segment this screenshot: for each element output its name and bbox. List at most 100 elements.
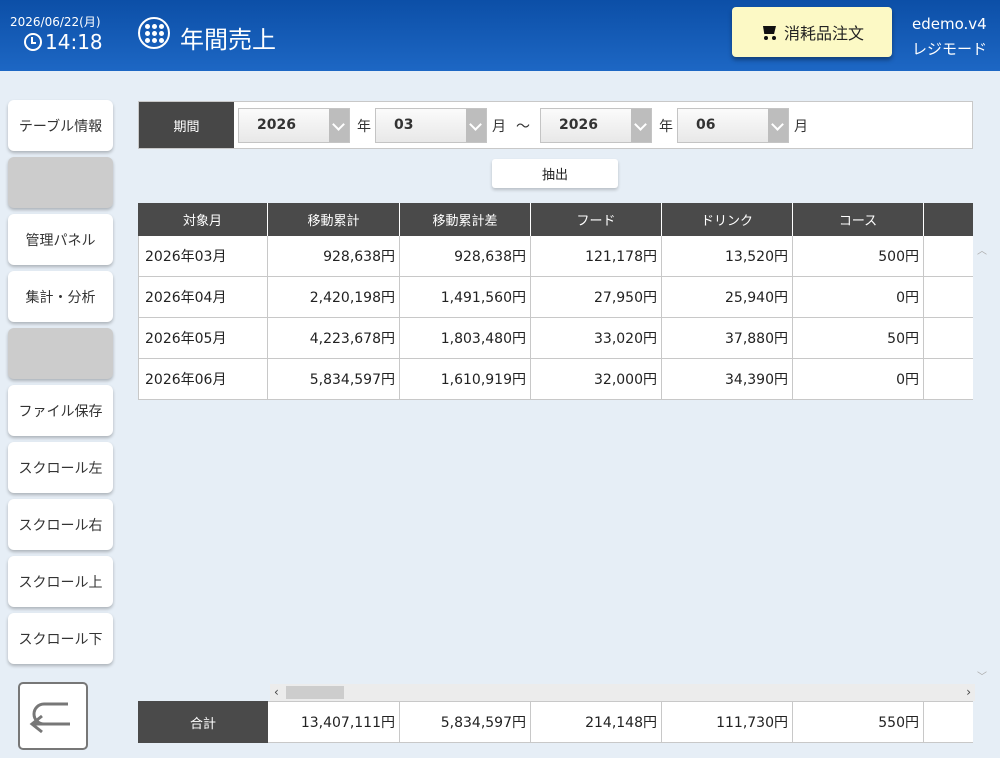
to-year-select[interactable]: 2026 [540,108,652,143]
sidebar-item-label: 管理パネル [25,232,96,249]
table-cell [924,236,973,277]
sidebar-item-label: スクロール下 [18,631,103,648]
period-label: 期間 [139,102,234,148]
app-mode: レジモード [912,40,988,58]
table-row[interactable]: 2026年05月 4,223,678円 1,803,480円 33,020円 3… [138,318,973,359]
table-cell [924,277,973,318]
table-cell: 37,880円 [662,318,793,359]
table-row[interactable]: 2026年03月 928,638円 928,638円 121,178円 13,5… [138,236,973,277]
table-body: 2026年03月 928,638円 928,638円 121,178円 13,5… [138,236,973,400]
total-cell: 550円 [793,701,924,743]
table-cell: 50円 [793,318,924,359]
clock-icon [24,33,42,51]
grid-menu-icon[interactable] [138,17,170,49]
total-cell [924,701,973,743]
to-month-select[interactable]: 06 [677,108,789,143]
table-cell: 1,610,919円 [400,359,531,400]
column-header: フード [531,203,662,236]
sidebar-item-scroll-right[interactable]: スクロール右 [8,499,113,550]
table-cell: 1,491,560円 [400,277,531,318]
total-cell: 214,148円 [531,701,662,743]
horizontal-scroll-thumb[interactable] [286,686,344,699]
column-header: ドリンク [662,203,793,236]
column-header [924,203,973,236]
header-time: 14:18 [45,30,103,54]
year-unit-label: 年 [659,119,673,135]
table-cell: 25,940円 [662,277,793,318]
page-title: 年間売上 [180,26,276,54]
total-label: 合計 [138,701,268,743]
return-arrow-icon [29,702,70,734]
column-header: コース [793,203,924,236]
table-cell [924,359,973,400]
table-cell: 34,390円 [662,359,793,400]
back-button[interactable] [18,682,88,750]
scroll-right-arrow-icon[interactable]: › [966,684,971,701]
scroll-down-arrow-icon[interactable]: ﹀ [977,668,987,683]
order-supplies-label: 消耗品注文 [783,24,864,43]
year-unit-label: 年 [357,119,371,135]
scroll-left-arrow-icon[interactable]: ‹ [274,684,279,701]
table-cell: 0円 [793,359,924,400]
chevron-down-icon [768,109,788,142]
sidebar-item-label: スクロール上 [18,574,103,591]
table-row[interactable]: 2026年06月 5,834,597円 1,610,919円 32,000円 3… [138,359,973,400]
sidebar-item-analysis[interactable]: 集計・分析 [8,271,113,322]
table-cell: 928,638円 [400,236,531,277]
cart-icon [760,24,778,40]
app-version: edemo.v4 [912,15,987,33]
sidebar-item-table-info[interactable]: テーブル情報 [8,100,113,151]
order-supplies-button[interactable]: 消耗品注文 [732,7,892,57]
sidebar-item-label: ファイル保存 [18,403,103,420]
table-cell: 2026年05月 [138,318,268,359]
table-cell: 32,000円 [531,359,662,400]
table-cell: 121,178円 [531,236,662,277]
extract-button[interactable]: 抽出 [492,159,618,188]
month-unit-label: 月 [492,119,506,135]
to-year-value: 2026 [559,117,598,133]
chevron-down-icon [631,109,651,142]
table-cell: 2026年06月 [138,359,268,400]
table-cell: 5,834,597円 [268,359,400,400]
sidebar-item-label: テーブル情報 [18,118,103,135]
table-row[interactable]: 2026年04月 2,420,198円 1,491,560円 27,950円 2… [138,277,973,318]
sidebar-item-scroll-down[interactable]: スクロール下 [8,613,113,664]
total-cell: 13,407,111円 [268,701,400,743]
table-cell: 13,520円 [662,236,793,277]
from-month-select[interactable]: 03 [375,108,487,143]
extract-label: 抽出 [541,168,568,183]
sidebar-item-save-file[interactable]: ファイル保存 [8,385,113,436]
table-cell: 2,420,198円 [268,277,400,318]
header-clock: 14:18 [24,30,103,54]
table-cell: 500円 [793,236,924,277]
column-header: 移動累計差 [400,203,531,236]
from-month-value: 03 [394,117,414,133]
range-separator: ～ [516,119,530,135]
sidebar-item-scroll-left[interactable]: スクロール左 [8,442,113,493]
column-header: 対象月 [138,203,268,236]
month-unit-label: 月 [794,119,808,135]
app-header: 2026/06/22(月) 14:18 年間売上 消耗品注文 edemo.v4 … [0,0,1000,71]
sidebar-item-label: スクロール左 [18,460,103,477]
vertical-scrollbar[interactable]: ︿ ﹀ [975,236,991,686]
period-filter: 期間 2026 年 03 月 ～ 2026 年 06 月 [138,101,973,149]
scroll-up-arrow-icon[interactable]: ︿ [977,242,987,257]
table-cell: 2026年04月 [138,277,268,318]
sidebar-item-blank-1[interactable] [8,157,113,208]
from-year-select[interactable]: 2026 [238,108,350,143]
header-date: 2026/06/22(月) [10,15,101,29]
column-header: 移動累計 [268,203,400,236]
chevron-down-icon [466,109,486,142]
totals-row: 合計 13,407,111円 5,834,597円 214,148円 111,7… [138,701,973,743]
sidebar-item-admin-panel[interactable]: 管理パネル [8,214,113,265]
horizontal-scrollbar[interactable]: ‹ › [270,684,975,701]
table-header: 対象月 移動累計 移動累計差 フード ドリンク コース [138,203,973,236]
table-cell: 27,950円 [531,277,662,318]
sidebar-item-label: スクロール右 [18,517,103,534]
sidebar-item-scroll-up[interactable]: スクロール上 [8,556,113,607]
total-cell: 5,834,597円 [400,701,531,743]
sidebar-item-blank-2[interactable] [8,328,113,379]
total-cell: 111,730円 [662,701,793,743]
table-cell: 4,223,678円 [268,318,400,359]
chevron-down-icon [329,109,349,142]
